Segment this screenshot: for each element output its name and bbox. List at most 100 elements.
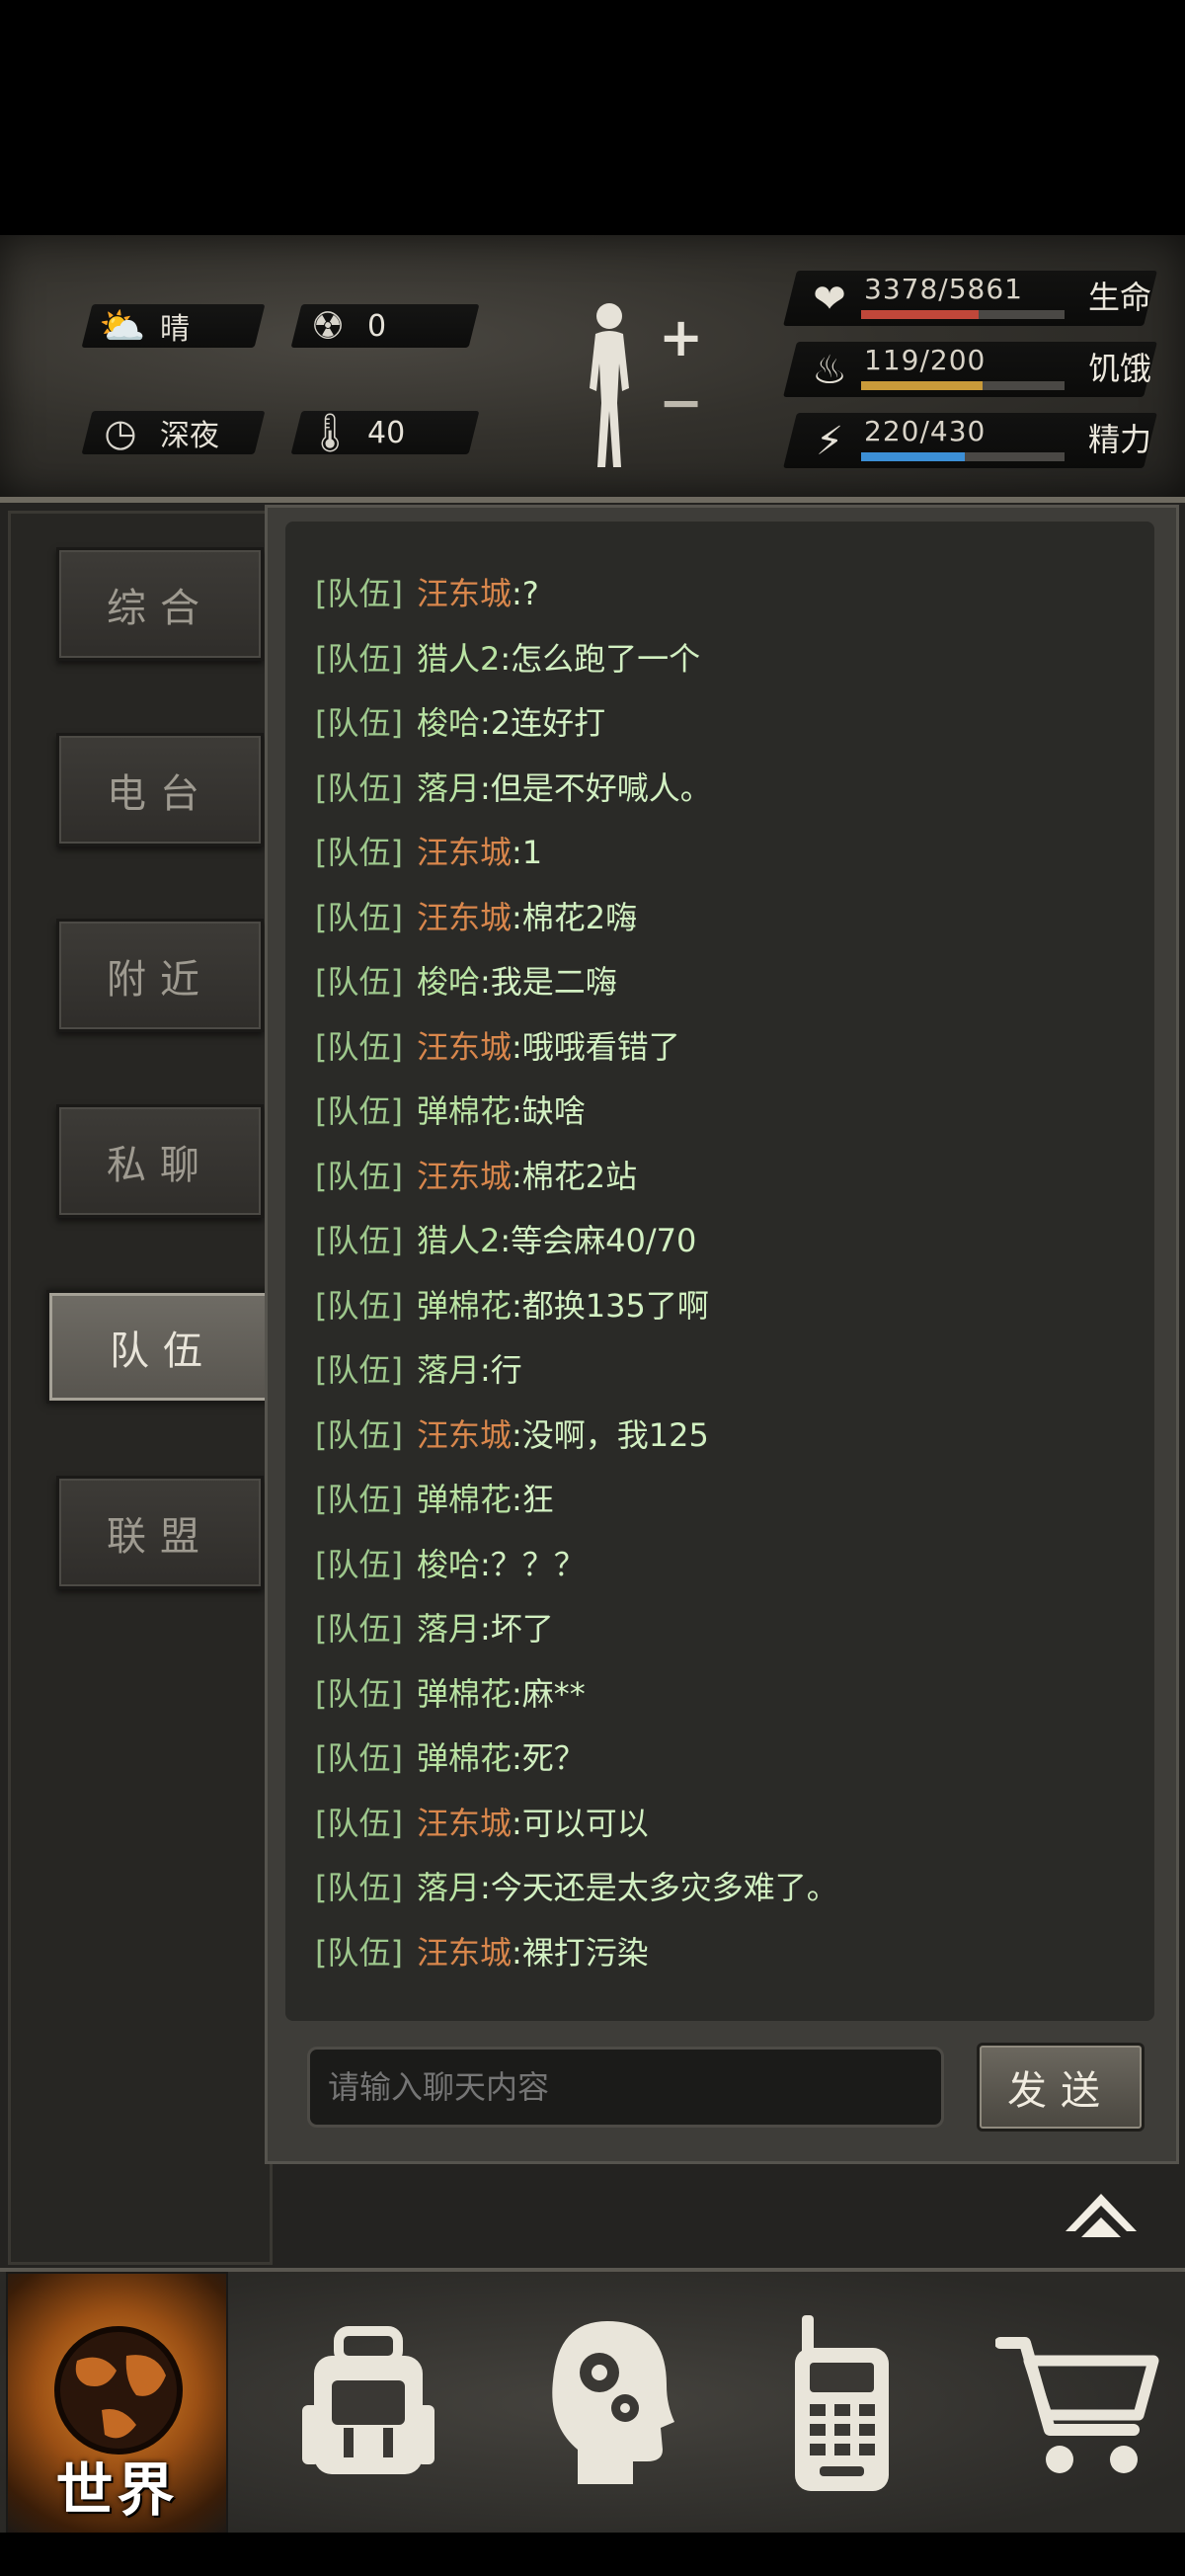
chat-sender-name[interactable]: 猎人2 [417,1222,500,1259]
nav-inventory-button[interactable] [276,2272,494,2536]
chat-sender-name[interactable]: 汪东城 [417,575,512,612]
tab-nearby[interactable]: 附近 [56,919,264,1032]
chat-channel-tag: [队伍] [315,1286,403,1325]
chat-sender-name[interactable]: 汪东城 [417,899,512,936]
chat-message: [队伍] 弹棉花:麻** [315,1669,586,1715]
chat-sender-name[interactable]: 汪东城 [417,1934,512,1972]
chevron-up-icon [1066,2194,1137,2237]
chat-channel-tag: [队伍] [315,898,403,936]
time-label: 深夜 [160,419,219,453]
chat-message: [队伍] 弹棉花:缺啥 [315,1087,586,1132]
chat-sender-name[interactable]: 弹棉花 [417,1481,512,1518]
chat-message: [队伍] 汪东城:? [315,569,539,614]
chat-sender-name[interactable]: 梭哈 [417,704,480,742]
chat-channel-tag: [队伍] [315,575,403,612]
chat-sender-name[interactable]: 汪东城 [417,1028,512,1066]
chat-message: [队伍] 汪东城:可以可以 [315,1799,649,1844]
hunger-stat: ♨ 119/200 饥饿 [783,342,1165,401]
chat-channel-tag: [队伍] [315,1092,403,1130]
energy-label: 精力 [1088,421,1152,458]
chat-message-text: :没啊，我125 [512,1415,709,1454]
chat-sender-name[interactable]: 梭哈 [417,1546,480,1583]
chat-input[interactable] [307,2047,944,2128]
chat-sender-name[interactable]: 弹棉花 [417,1675,512,1713]
tab-general[interactable]: 综合 [56,547,264,661]
chat-sender-name[interactable]: 弹棉花 [417,1739,512,1777]
main-area: 综合 电台 附近 私聊 队伍 联盟 [队伍] 汪东城:? [队伍] 猎人2:怎么跑了一… [0,503,1185,2268]
chat-message-text: :狂 [512,1481,554,1518]
chat-sender-name[interactable]: 落月 [417,1869,480,1906]
health-bar-fill [861,310,979,319]
chat-message: [队伍] 梭哈:2连好打 [315,698,605,744]
chat-sender-name[interactable]: 弹棉花 [417,1287,512,1325]
bottom-nav: 世界 [0,2268,1185,2536]
chat-sender-name[interactable]: 落月 [417,1610,480,1648]
health-value: 3378/5861 [864,273,1023,305]
tab-radio[interactable]: 电台 [56,733,264,846]
nav-radio-button[interactable] [750,2272,968,2536]
energy-bar [861,452,1065,461]
chat-channel-tag: [队伍] [315,1674,403,1713]
chat-sender-name[interactable]: 汪东城 [417,1158,512,1195]
chat-channel-tag: [队伍] [315,1351,403,1389]
chat-message-text: :裸打污染 [512,1933,649,1972]
tab-private[interactable]: 私聊 [56,1104,264,1218]
chat-message-text: :? [512,575,539,612]
nav-skills-button[interactable] [518,2272,736,2536]
chat-channel-tag: [队伍] [315,1869,403,1906]
chat-sender-name[interactable]: 落月 [417,769,480,807]
chat-message-text: :棉花2嗨 [512,898,638,936]
chat-message: [队伍] 落月:今天还是太多灾多难了。 [315,1863,838,1908]
send-button[interactable]: 发送 [977,2043,1145,2132]
minus-icon[interactable]: − [659,371,703,434]
nav-world-button[interactable]: 世界 [6,2272,228,2536]
clock-icon: ◷ [104,411,137,454]
chat-message: [队伍] 弹棉花:死？ [315,1733,586,1779]
bottom-strip [0,2533,1185,2576]
chat-channel-tag: [队伍] [315,639,403,678]
chat-panel: [队伍] 汪东城:? [队伍] 猎人2:怎么跑了一个 [队伍] 梭哈:2连好打 [队伍] 落月… [265,505,1179,2164]
radiation-indicator: ☢ 0 [306,304,386,348]
weather-indicator: ⛅ 晴 [99,304,190,348]
energy-stat: ⚡ 220/430 精力 [783,413,1165,472]
body-status-button[interactable]: + − [568,294,726,472]
chat-channel-tag: [队伍] [315,1222,403,1259]
chat-message-text: :都换135了啊 [512,1286,709,1325]
heart-pulse-icon: ❤ [813,277,846,322]
tab-team[interactable]: 队伍 [46,1290,279,1404]
chat-sender-name[interactable]: 汪东城 [417,1805,512,1842]
chat-message: [队伍] 汪东城:1 [315,828,542,873]
chat-channel-tag: [队伍] [315,768,403,807]
chat-channel-tag: [队伍] [315,1610,403,1648]
hunger-bar [861,381,1065,390]
chat-channel-tag: [队伍] [315,704,403,742]
radiation-value: 0 [367,308,387,344]
chat-channel-tag: [队伍] [315,963,403,1001]
chat-channel-tag: [队伍] [315,1804,403,1842]
chat-message-text: :麻** [512,1674,586,1713]
chat-message-text: :缺啥 [512,1092,586,1130]
chat-sender-name[interactable]: 猎人2 [417,640,500,678]
chat-sender-name[interactable]: 落月 [417,1351,480,1389]
hunger-value: 119/200 [864,344,987,376]
chat-message: [队伍] 弹棉花:狂 [315,1475,554,1520]
plus-icon[interactable]: + [659,306,703,368]
nav-shop-button[interactable] [978,2272,1185,2536]
weather-label: 晴 [160,312,190,347]
chat-sender-name[interactable]: 汪东城 [417,1416,512,1454]
chat-message: [队伍] 落月:坏了 [315,1604,554,1650]
chat-sender-name[interactable]: 梭哈 [417,963,480,1001]
radiation-icon: ☢ [310,304,346,348]
tab-alliance[interactable]: 联盟 [56,1476,264,1589]
thermometer-icon: 🌡 [306,410,355,454]
chat-log[interactable]: [队伍] 汪东城:? [队伍] 猎人2:怎么跑了一个 [队伍] 梭哈:2连好打 [队伍] 落月… [285,522,1154,2021]
chat-message: [队伍] 汪东城:哦哦看错了 [315,1022,680,1068]
chat-sender-name[interactable]: 弹棉花 [417,1092,512,1130]
chat-message-text: :1 [512,834,543,871]
chat-sender-name[interactable]: 汪东城 [417,834,512,871]
human-body-icon: + − [590,303,703,467]
collapse-button[interactable] [1062,2182,1141,2241]
temperature-value: 40 [367,415,406,450]
chat-channel-tag: [队伍] [315,1545,403,1583]
chat-channel-tag: [队伍] [315,1739,403,1777]
